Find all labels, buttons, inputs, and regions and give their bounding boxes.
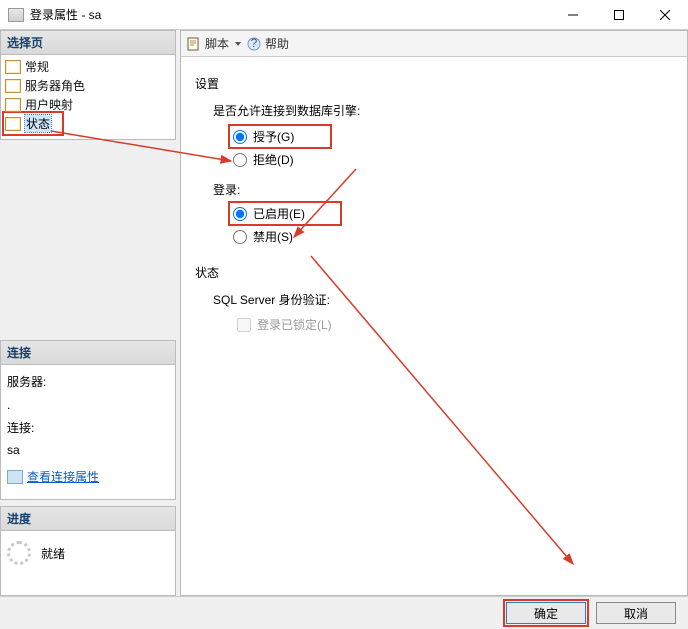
disabled-radio-input[interactable] <box>233 230 247 244</box>
disabled-radio[interactable]: 禁用(S) <box>231 227 673 246</box>
app-icon <box>8 8 24 22</box>
client-area: 选择页 常规 服务器角色 用户映射 状态 连接 服务器: . 连接: sa 查看… <box>0 30 688 596</box>
settings-body: 设置 是否允许连接到数据库引擎: 授予(G) 拒绝(D) 登录: <box>181 57 687 347</box>
cancel-button[interactable]: 取消 <box>596 602 676 624</box>
status-title: 状态 <box>195 264 673 281</box>
enabled-radio-input[interactable] <box>233 207 247 221</box>
script-icon <box>187 37 201 51</box>
progress-header: 进度 <box>0 506 176 531</box>
grant-radio[interactable]: 授予(G) <box>231 127 329 146</box>
enabled-label: 已启用(E) <box>253 205 305 222</box>
dialog-footer: 确定 取消 <box>0 596 688 629</box>
help-icon: ? <box>247 37 261 51</box>
sidebar-item-server-roles[interactable]: 服务器角色 <box>5 76 171 95</box>
view-connection-link-text: 查看连接属性 <box>27 470 99 484</box>
chevron-down-icon <box>235 42 241 46</box>
connection-body: 服务器: . 连接: sa 查看连接属性 <box>0 365 176 500</box>
minimize-button[interactable] <box>550 0 596 30</box>
script-label: 脚本 <box>205 35 229 52</box>
ok-label: 确定 <box>534 605 558 622</box>
deny-radio[interactable]: 拒绝(D) <box>231 150 673 169</box>
script-button[interactable]: 脚本 <box>187 35 241 52</box>
deny-radio-input[interactable] <box>233 153 247 167</box>
close-button[interactable] <box>642 0 688 30</box>
svg-text:?: ? <box>251 37 258 50</box>
window-title: 登录属性 - sa <box>30 6 550 23</box>
progress-body: 就绪 <box>0 531 176 596</box>
title-bar: 登录属性 - sa <box>0 0 688 30</box>
sidebar-item-user-mapping[interactable]: 用户映射 <box>5 95 171 114</box>
progress-spinner-icon <box>7 541 31 565</box>
page-icon <box>5 60 21 74</box>
sidebar-item-status[interactable]: 状态 <box>5 114 61 133</box>
maximize-button[interactable] <box>596 0 642 30</box>
sidebar-item-label: 服务器角色 <box>25 77 85 94</box>
toolbar: 脚本 ? 帮助 <box>181 31 687 57</box>
connection-header: 连接 <box>0 340 176 365</box>
connection-section: 连接 服务器: . 连接: sa 查看连接属性 <box>0 340 176 500</box>
server-label: 服务器: <box>7 371 169 394</box>
progress-section: 进度 就绪 <box>0 506 176 596</box>
disabled-label: 禁用(S) <box>253 228 293 245</box>
sidebar-item-label: 用户映射 <box>25 96 73 113</box>
sidebar-item-label: 状态 <box>25 115 51 132</box>
help-button[interactable]: ? 帮助 <box>247 35 289 52</box>
view-connection-properties[interactable]: 查看连接属性 <box>7 466 169 489</box>
login-section-label: 登录: <box>213 181 673 198</box>
server-value: . <box>7 394 169 417</box>
progress-status: 就绪 <box>41 545 65 562</box>
page-icon <box>5 117 21 131</box>
ok-button[interactable]: 确定 <box>506 602 586 624</box>
enabled-radio[interactable]: 已启用(E) <box>231 204 339 223</box>
page-icon <box>5 79 21 93</box>
properties-icon <box>7 470 23 484</box>
login-locked-input <box>237 318 251 332</box>
page-nav: 常规 服务器角色 用户映射 状态 <box>0 55 176 140</box>
settings-title: 设置 <box>195 75 673 92</box>
content-pane: 脚本 ? 帮助 设置 是否允许连接到数据库引擎: 授予(G) <box>180 30 688 596</box>
sidebar: 选择页 常规 服务器角色 用户映射 状态 连接 服务器: . 连接: sa 查看… <box>0 30 176 596</box>
grant-label: 授予(G) <box>253 128 294 145</box>
conn-label: 连接: <box>7 417 169 440</box>
sidebar-item-label: 常规 <box>25 58 49 75</box>
page-icon <box>5 98 21 112</box>
sqlauth-label: SQL Server 身份验证: <box>213 291 673 308</box>
permit-connect-label: 是否允许连接到数据库引擎: <box>213 102 673 119</box>
cancel-label: 取消 <box>624 605 648 622</box>
help-label: 帮助 <box>265 35 289 52</box>
login-locked-label: 登录已锁定(L) <box>257 316 332 333</box>
sidebar-item-general[interactable]: 常规 <box>5 57 171 76</box>
grant-radio-input[interactable] <box>233 130 247 144</box>
login-locked-checkbox: 登录已锁定(L) <box>237 316 673 333</box>
select-page-header: 选择页 <box>0 30 176 55</box>
conn-value: sa <box>7 439 169 462</box>
deny-label: 拒绝(D) <box>253 151 294 168</box>
